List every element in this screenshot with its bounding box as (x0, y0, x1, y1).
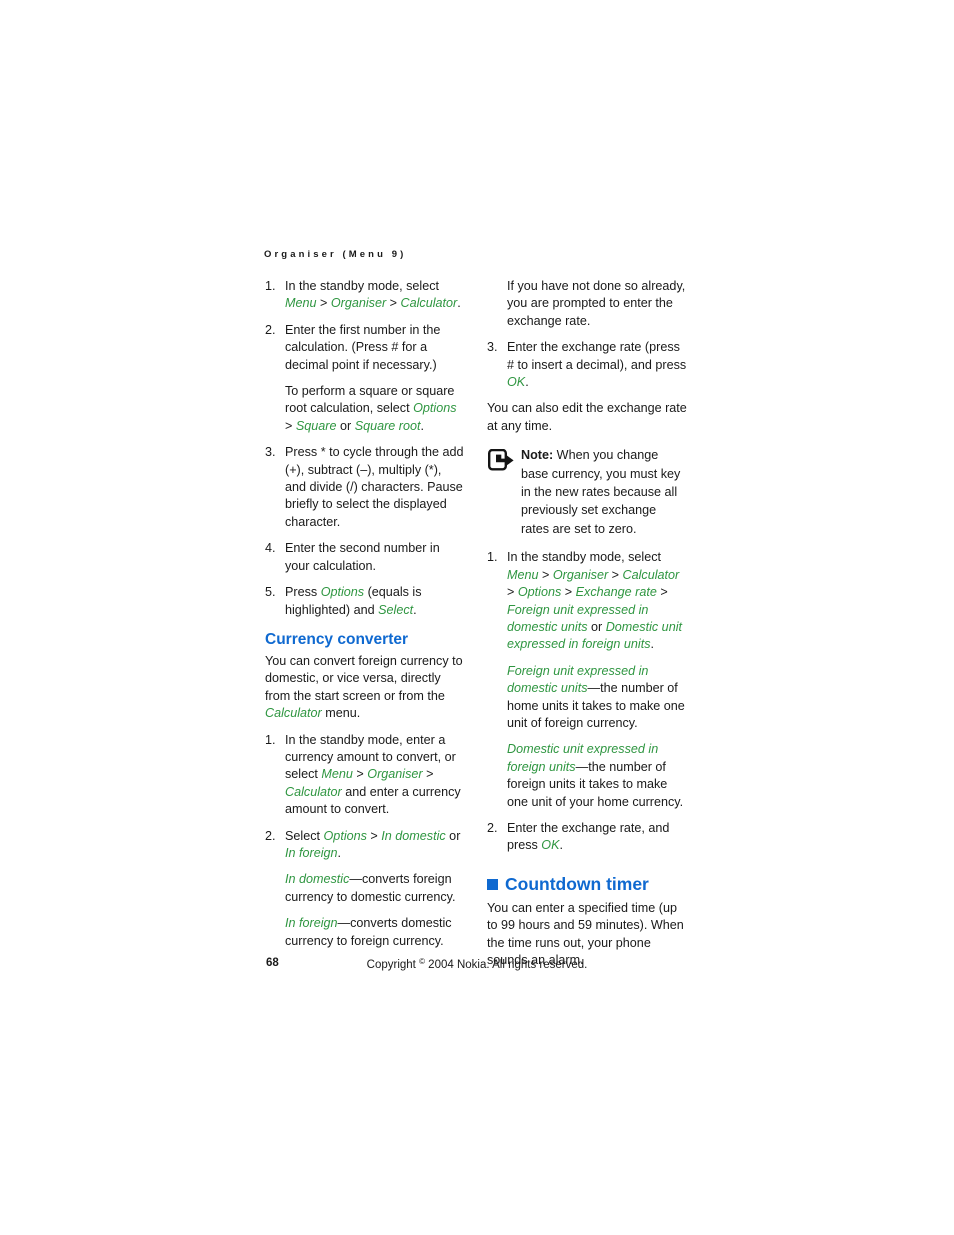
text: . (337, 845, 342, 860)
text: or (336, 418, 355, 433)
separator: > (386, 296, 401, 311)
text: In the standby mode, select (285, 279, 440, 293)
definition-item: Domestic unit expressed in foreign units… (487, 741, 687, 811)
ui-term: Select (378, 602, 414, 617)
left-column: 1. In the standby mode, select Menu > Org… (265, 278, 465, 959)
ui-term: Organiser (552, 567, 609, 582)
section-heading-currency-converter: Currency converter (265, 630, 409, 648)
note-text: Note: When you change base currency, you… (521, 448, 680, 536)
list-number: 2. (487, 820, 498, 835)
heading-label: Countdown timer (505, 873, 649, 894)
text: Select (285, 828, 324, 843)
ui-term: Calculator (400, 296, 458, 311)
list-number: 2. (265, 828, 276, 843)
ui-term: In foreign (285, 916, 338, 931)
list-number: 1. (265, 732, 276, 747)
ui-term: Options (320, 585, 365, 600)
text: Enter the second number in your calculat… (285, 541, 440, 573)
text: Press (285, 585, 321, 600)
definition-item: Foreign unit expressed in domestic units… (487, 663, 687, 733)
text: or (445, 828, 461, 843)
paragraph: You can convert foreign currency to dome… (265, 653, 465, 723)
ui-term: Calculator (285, 784, 342, 799)
ui-term: In domestic (285, 872, 350, 887)
separator: > (561, 585, 576, 600)
section-heading-countdown-timer: Countdown timer (487, 874, 687, 895)
note-pointer-icon (488, 449, 516, 471)
text: or (587, 619, 606, 634)
right-column: If you have not done so already, you are… (487, 278, 687, 978)
ui-term: OK (541, 838, 560, 853)
manual-page: Organiser (Menu 9) 1. In the standby mode… (0, 0, 954, 1235)
text: . (559, 838, 564, 853)
definition-item: In foreign—converts domestic currency to… (265, 915, 465, 950)
list-item: 2. Select Options > In domestic or In for… (265, 828, 465, 863)
text: . (650, 637, 655, 652)
list-item: 3. Press * to cycle through the add (+), … (265, 444, 465, 531)
text: Copyright (366, 959, 420, 971)
list-item: 1. In the standby mode, select Menu > Org… (265, 278, 465, 313)
list-item: 2. Enter the first number in the calculat… (265, 322, 465, 374)
text: Enter the exchange rate, and press (507, 820, 670, 853)
separator: > (507, 585, 518, 600)
list-number: 2. (265, 322, 276, 337)
definition-item: In domestic—converts foreign currency to… (265, 871, 465, 906)
text: . (413, 602, 417, 617)
list-item: 1. In the standby mode, select Menu > Org… (487, 549, 687, 653)
text: . (457, 296, 461, 311)
ui-term: Organiser (330, 296, 387, 311)
list-item-continuation: If you have not done so already, you are… (507, 279, 686, 328)
ui-term: Organiser (367, 767, 423, 782)
list-number: 5. (265, 585, 276, 600)
text: In the standby mode, select (507, 550, 662, 565)
list-item: 5. Press Options (equals is highlighted) … (265, 584, 465, 619)
ui-term: Menu (321, 767, 353, 782)
text: . (420, 418, 425, 433)
note-label: Note: (521, 448, 554, 463)
list-number: 3. (487, 340, 498, 355)
paragraph: You can also edit the exchange rate at a… (487, 401, 687, 433)
separator: > (285, 418, 296, 433)
list-item-continuation: To perform a square or square root calcu… (265, 383, 465, 435)
ui-term: In domestic (381, 828, 446, 843)
text: Enter the exchange rate (press # to inse… (507, 340, 687, 372)
list-number: 4. (265, 541, 276, 556)
separator: > (538, 567, 553, 582)
list-item: 1. In the standby mode, enter a currency … (265, 732, 465, 819)
ui-term: Options (413, 401, 457, 416)
text: Press * to cycle through the add (+), su… (285, 445, 464, 529)
running-header: Organiser (Menu 9) (264, 249, 407, 260)
separator: > (656, 585, 668, 600)
list-number: 1. (487, 550, 498, 565)
text: menu. (321, 706, 361, 721)
ui-term: Calculator (622, 567, 680, 582)
separator: > (422, 767, 434, 782)
separator: > (316, 296, 331, 311)
separator: > (608, 567, 623, 582)
list-item: 4. Enter the second number in your calcul… (265, 540, 465, 575)
text: You can convert foreign currency to dome… (265, 653, 463, 703)
square-bullet-icon (487, 878, 498, 890)
copyright-notice: Copyright © 2004 Nokia. All rights reser… (0, 957, 954, 971)
separator: > (352, 767, 368, 782)
text: Enter the first number in the calculatio… (285, 322, 441, 372)
ui-term: Calculator (265, 706, 322, 721)
ui-term: In foreign (285, 845, 338, 860)
note-callout: Note: When you change base currency, you… (487, 446, 687, 538)
ui-term: Exchange rate (575, 585, 657, 600)
list-item: 3. Enter the exchange rate (press # to in… (487, 339, 687, 391)
ui-term: Square (295, 418, 337, 433)
separator: > (366, 828, 382, 843)
text: 2004 Nokia. All rights reserved. (424, 959, 588, 971)
ui-term: Options (517, 585, 562, 600)
list-number: 1. (265, 279, 276, 293)
ui-term: Square root (354, 418, 421, 433)
ui-term: Menu (507, 567, 539, 582)
text: . (525, 375, 529, 390)
list-item: 2. Enter the exchange rate, and press OK. (487, 820, 687, 855)
ui-term: Menu (285, 296, 317, 311)
list-number: 3. (265, 445, 276, 460)
ui-term: OK (507, 375, 526, 390)
ui-term: Options (323, 828, 367, 843)
